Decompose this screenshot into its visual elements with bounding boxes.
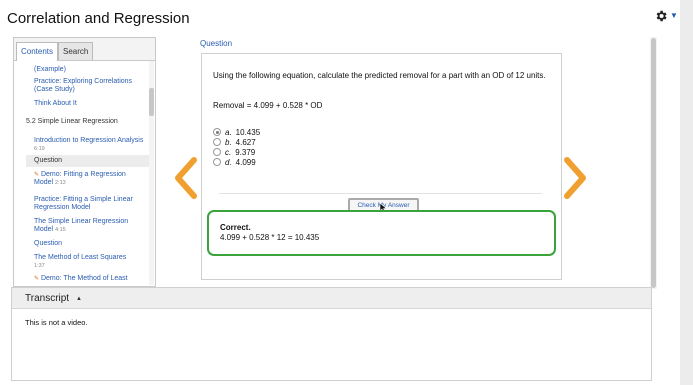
tab-search[interactable]: Search — [58, 42, 94, 60]
tab-contents[interactable]: Contents — [16, 42, 59, 61]
answer-option[interactable]: c. 9.379 — [213, 148, 255, 158]
caret-up-icon[interactable]: ▲ — [76, 296, 82, 302]
question-equation: Removal = 4.099 + 0.528 * OD — [213, 101, 323, 110]
panel-tabbar: Contents Search — [14, 38, 155, 61]
duration-label: 4:15 — [55, 227, 66, 233]
toc-item[interactable]: ✎ Demo: The Method of Least — [34, 275, 144, 283]
radio-button[interactable] — [213, 128, 221, 136]
chevron-left-icon[interactable] — [172, 156, 200, 200]
app-header: Correlation and Regression ▼ — [0, 0, 693, 36]
toc-item[interactable]: Introduction to Regression Analysis 6:19 — [34, 137, 144, 153]
duration-label: 6:19 — [34, 146, 45, 152]
transcript-panel: Transcript ▲ This is not a video. — [11, 287, 652, 381]
question-prompt: Using the following equation, calculate … — [213, 71, 546, 80]
pencil-icon: ✎ — [34, 276, 40, 282]
duration-label: 1:37 — [34, 263, 45, 269]
chevron-right-icon[interactable] — [561, 156, 589, 200]
toc-item[interactable]: (Example) — [34, 66, 144, 74]
question-heading: Question — [200, 39, 233, 48]
transcript-header[interactable]: Transcript ▲ — [12, 288, 651, 309]
toc-item[interactable]: Practice: Exploring Correlations (Case S… — [34, 78, 144, 94]
toc-item[interactable]: Practice: Fitting a Simple Linear Regres… — [34, 196, 144, 212]
divider — [219, 193, 542, 194]
toc-item[interactable]: ✎ Demo: Fitting a Regression Model 2:13 — [34, 171, 144, 187]
transcript-title: Transcript — [25, 293, 70, 304]
toc-section-heading: 5.2 Simple Linear Regression — [26, 118, 118, 125]
pencil-icon: ✎ — [34, 172, 40, 178]
radio-button[interactable] — [213, 138, 221, 146]
answer-feedback: Correct. 4.099 + 0.528 * 12 = 10.435 — [207, 210, 556, 256]
page-title: Correlation and Regression — [7, 10, 190, 27]
answer-option[interactable]: a. 10.435 — [213, 128, 260, 138]
toc-item[interactable]: Question — [34, 240, 144, 248]
main-scrollbar-thumb[interactable] — [651, 38, 656, 288]
contents-panel: Contents Search (Example) Practice: Expl… — [13, 37, 156, 287]
radio-button[interactable] — [213, 148, 221, 156]
toc-scrollbar[interactable] — [149, 61, 154, 285]
duration-label: 2:13 — [55, 180, 66, 186]
toc-item[interactable]: Think About It — [34, 100, 144, 108]
toc-item[interactable]: The Simple Linear Regression Model 4:15 — [34, 218, 144, 234]
answer-option[interactable]: d. 4.099 — [213, 158, 256, 168]
feedback-explanation: 4.099 + 0.528 * 12 = 10.435 — [220, 233, 320, 242]
main-scrollbar[interactable] — [650, 37, 657, 289]
gear-icon[interactable] — [654, 9, 668, 23]
radio-button[interactable] — [213, 158, 221, 166]
toc-item[interactable]: The Method of Least Squares 1:37 — [34, 254, 144, 270]
answer-option[interactable]: b. 4.627 — [213, 138, 256, 148]
feedback-title: Correct. — [220, 223, 251, 232]
chevron-down-icon[interactable]: ▼ — [670, 11, 678, 20]
toc-scrollbar-thumb[interactable] — [149, 88, 154, 116]
table-of-contents: (Example) Practice: Exploring Correlatio… — [14, 61, 149, 285]
transcript-text: This is not a video. — [25, 318, 88, 327]
toc-item-current[interactable]: Question — [26, 155, 149, 167]
window-edge — [680, 0, 693, 385]
